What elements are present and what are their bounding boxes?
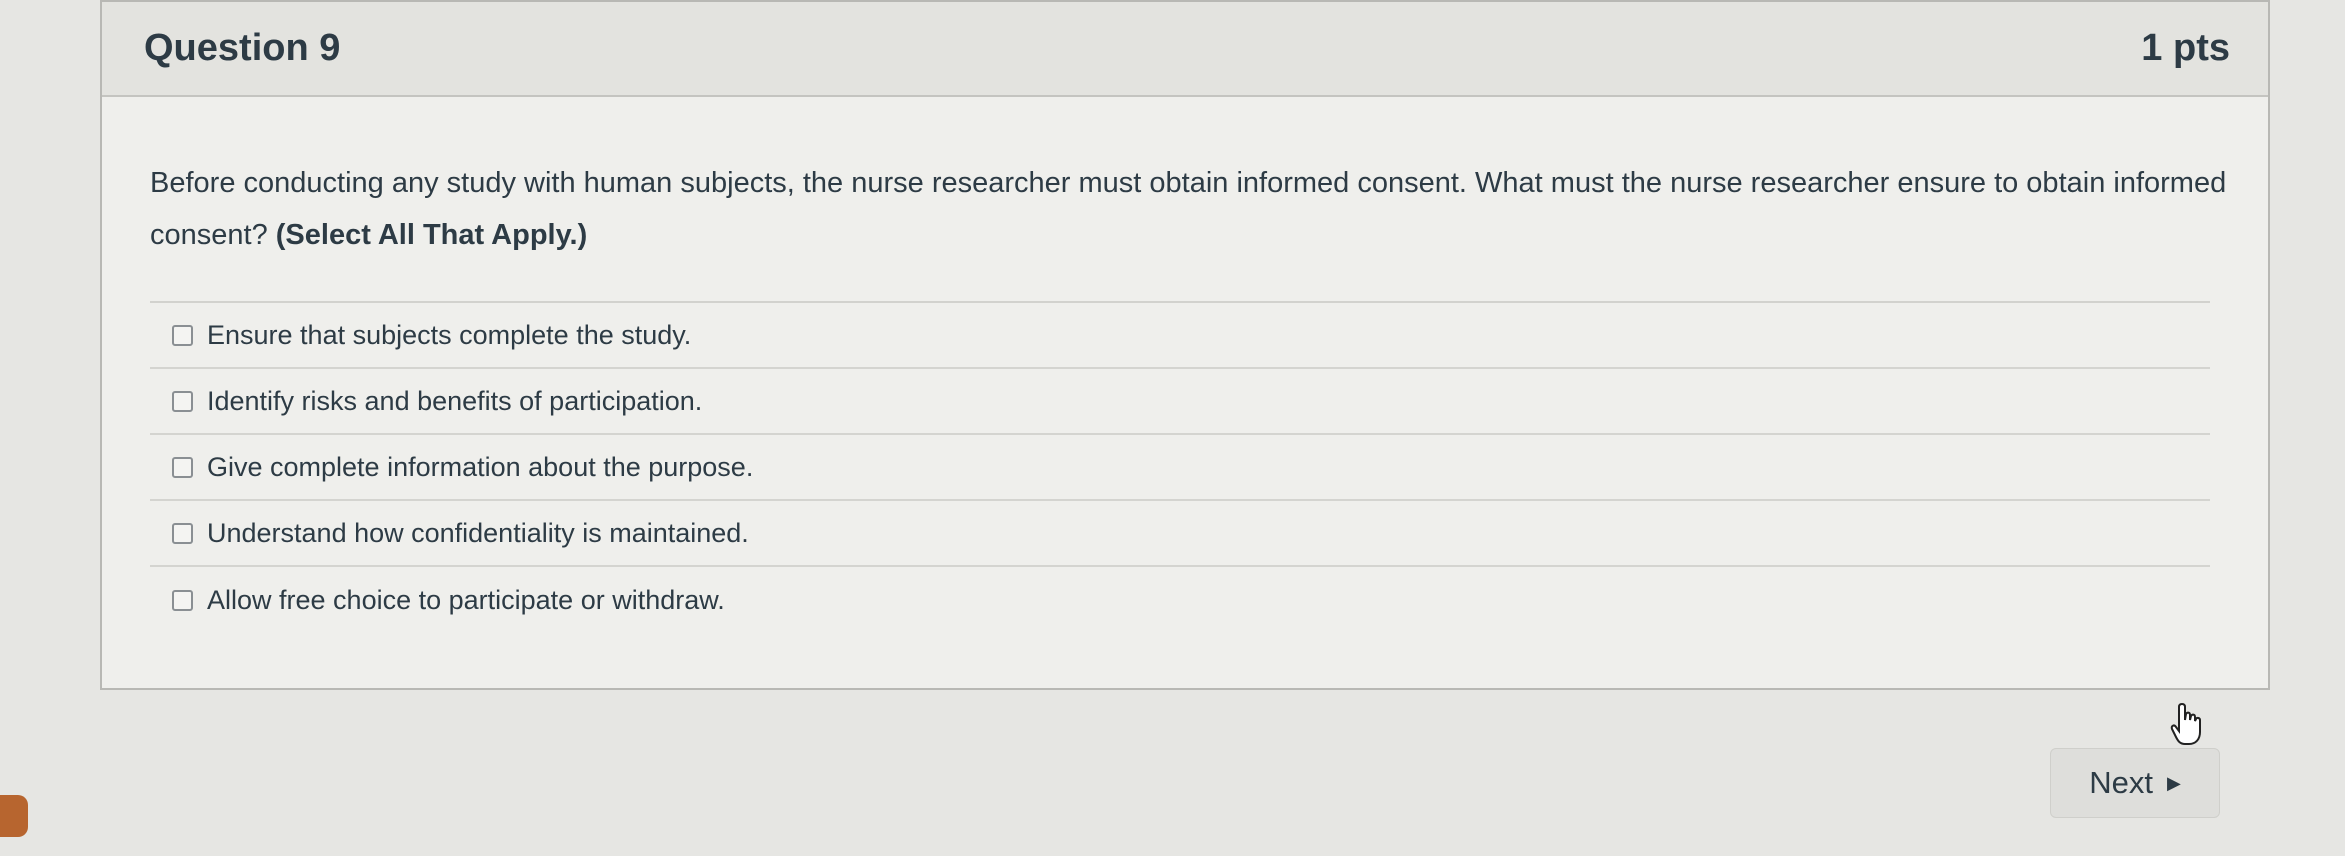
question-title: Question 9 xyxy=(144,27,341,69)
checkbox[interactable] xyxy=(172,324,193,346)
question-card: Question 9 1 pts Before conducting any s… xyxy=(100,0,2270,690)
answer-option[interactable]: Ensure that subjects complete the study. xyxy=(150,303,2210,369)
answer-option[interactable]: Identify risks and benefits of participa… xyxy=(150,369,2210,435)
next-button[interactable]: Next ▶ xyxy=(2050,748,2220,818)
hand-pointer-icon xyxy=(2170,702,2201,745)
question-instruction: (Select All That Apply.) xyxy=(275,219,588,251)
question-body: Before conducting any study with human s… xyxy=(102,97,2268,633)
checkbox[interactable] xyxy=(172,456,193,478)
checkbox[interactable] xyxy=(172,589,193,611)
question-header: Question 9 1 pts xyxy=(102,2,2268,97)
answer-option[interactable]: Understand how confidentiality is mainta… xyxy=(150,501,2210,567)
answer-option[interactable]: Give complete information about the purp… xyxy=(150,435,2210,501)
answer-list: Ensure that subjects complete the study.… xyxy=(150,301,2210,633)
window-edge-indicator xyxy=(0,795,28,837)
answer-label: Give complete information about the purp… xyxy=(207,451,754,482)
question-points: 1 pts xyxy=(2141,27,2230,69)
answer-label: Ensure that subjects complete the study. xyxy=(207,319,692,350)
answer-label: Identify risks and benefits of participa… xyxy=(207,385,703,416)
answer-label: Understand how confidentiality is mainta… xyxy=(207,517,749,548)
triangle-right-icon: ▶ xyxy=(2166,772,2181,793)
answer-label: Allow free choice to participate or with… xyxy=(207,584,725,615)
answer-option[interactable]: Allow free choice to participate or with… xyxy=(150,567,2210,633)
next-label: Next xyxy=(2089,765,2153,800)
question-prompt: Before conducting any study with human s… xyxy=(150,157,2228,261)
checkbox[interactable] xyxy=(172,390,193,412)
checkbox[interactable] xyxy=(172,522,193,544)
